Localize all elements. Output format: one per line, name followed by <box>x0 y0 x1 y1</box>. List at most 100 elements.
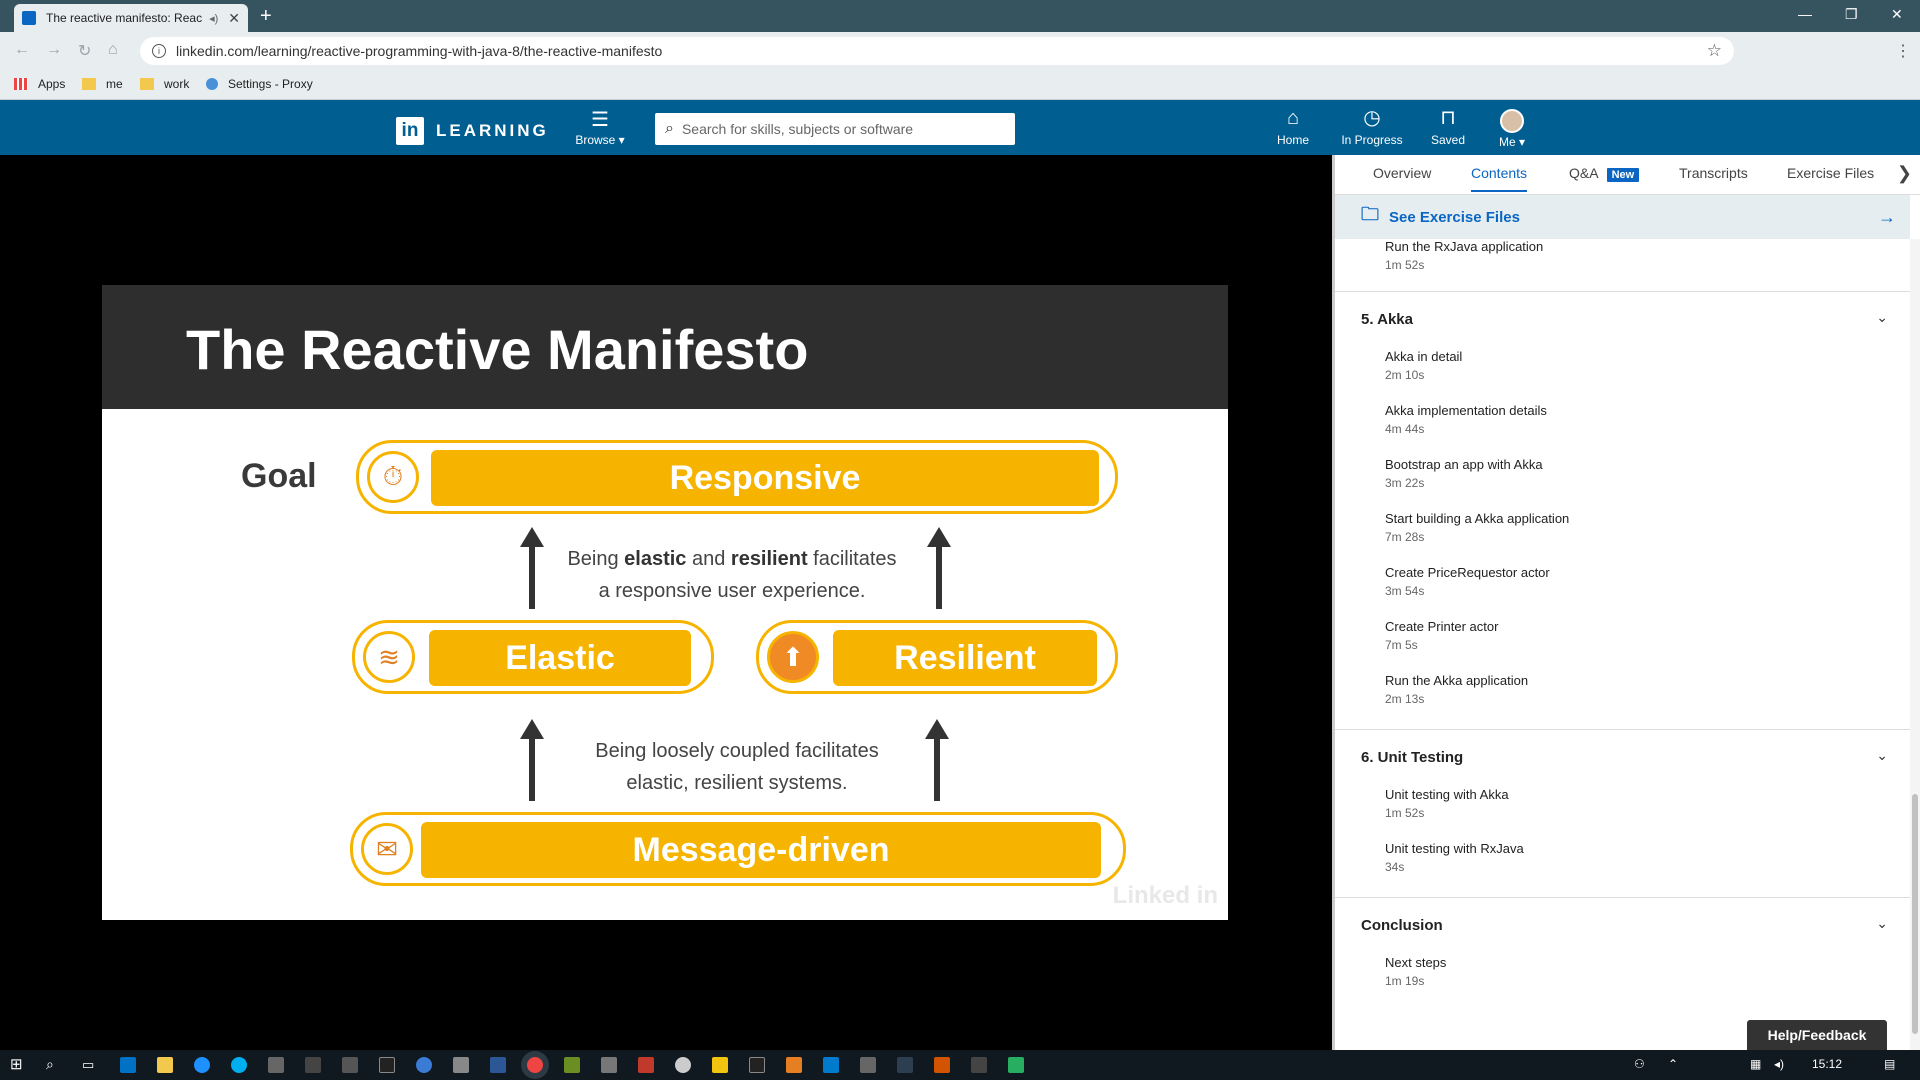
list-item[interactable]: Create PriceRequestor actor 3m 54s <box>1385 565 1550 598</box>
app-icon[interactable] <box>416 1057 432 1073</box>
tab-audio-icon[interactable]: ◂) <box>209 12 218 25</box>
forward-icon[interactable]: → <box>46 41 62 59</box>
reload-icon[interactable]: ↻ <box>78 41 91 61</box>
list-item[interactable]: Unit testing with Akka 1m 52s <box>1385 787 1509 820</box>
chevron-right-icon[interactable]: ❯ <box>1897 163 1912 184</box>
task-view-icon[interactable]: ▭ <box>82 1057 94 1073</box>
sticky-notes-icon[interactable] <box>712 1057 728 1073</box>
list-item[interactable]: Start building a Akka application 7m 28s <box>1385 511 1569 544</box>
panel-scrollbar[interactable] <box>1910 239 1920 1050</box>
windows-start-icon[interactable]: ⊞ <box>10 1055 23 1073</box>
app-icon[interactable] <box>749 1057 765 1073</box>
intellij-icon[interactable] <box>379 1057 395 1073</box>
app-icon[interactable] <box>490 1057 506 1073</box>
bookmark-apps[interactable]: Apps <box>14 77 65 91</box>
list-item[interactable]: Run the RxJava application 1m 52s <box>1385 239 1543 272</box>
arrow-up <box>925 719 949 801</box>
browser-tab[interactable]: The reactive manifesto: Reac ◂) ✕ <box>14 4 248 32</box>
tab-close-icon[interactable]: ✕ <box>228 10 240 27</box>
logo-word: LEARNING <box>436 121 549 140</box>
chevron-down-icon[interactable]: ⌄ <box>1876 309 1888 326</box>
section-title[interactable]: 5. Akka <box>1361 311 1413 328</box>
see-exercise-files-link[interactable]: 🗀 See Exercise Files → <box>1335 195 1910 239</box>
apps-grid-icon <box>14 78 28 90</box>
app-icon[interactable] <box>934 1057 950 1073</box>
outlook-icon[interactable] <box>120 1057 136 1073</box>
app-icon[interactable] <box>786 1057 802 1073</box>
nav-home[interactable]: ⌂ Home <box>1276 107 1310 147</box>
minimize-button[interactable]: — <box>1798 6 1812 22</box>
clock[interactable]: 15:12 <box>1812 1057 1842 1071</box>
tab-transcripts[interactable]: Transcripts <box>1679 165 1748 181</box>
help-feedback-button[interactable]: Help/Feedback <box>1747 1020 1887 1050</box>
tab-overview[interactable]: Overview <box>1373 165 1431 181</box>
new-badge: New <box>1606 168 1640 182</box>
item-title: Create PriceRequestor actor <box>1385 565 1550 580</box>
app-icon[interactable] <box>564 1057 580 1073</box>
bookmark-star-icon[interactable]: ☆ <box>1707 41 1722 61</box>
file-explorer-icon[interactable] <box>157 1057 173 1073</box>
list-item[interactable]: Akka in detail 2m 10s <box>1385 349 1462 382</box>
item-title: Create Printer actor <box>1385 619 1499 634</box>
list-item[interactable]: Next steps 1m 19s <box>1385 955 1446 988</box>
volume-icon[interactable]: ◂) <box>1774 1057 1784 1071</box>
nav-me[interactable]: Me ▾ <box>1496 109 1528 149</box>
search-input[interactable] <box>681 121 982 137</box>
nav-in-progress[interactable]: ◷ In Progress <box>1340 107 1404 147</box>
section-title[interactable]: Conclusion <box>1361 917 1443 934</box>
browse-menu-button[interactable]: ☰ Browse ▾ <box>574 110 626 147</box>
search-box[interactable]: ⌕ <box>655 113 1015 145</box>
new-tab-button[interactable]: + <box>260 5 272 27</box>
avatar <box>1500 109 1524 133</box>
chrome-icon[interactable] <box>527 1057 543 1073</box>
tab-qa[interactable]: Q&A New <box>1569 165 1640 182</box>
app-icon[interactable] <box>675 1057 691 1073</box>
network-icon[interactable]: ▦ <box>1750 1057 1761 1071</box>
tab-exercise-files[interactable]: Exercise Files <box>1787 165 1874 181</box>
vscode-icon[interactable] <box>823 1057 839 1073</box>
app-icon[interactable] <box>342 1057 358 1073</box>
app-icon[interactable] <box>860 1057 876 1073</box>
tray-expand-icon[interactable]: ⌃ <box>1668 1057 1678 1071</box>
app-icon[interactable] <box>638 1057 654 1073</box>
app-icon[interactable] <box>601 1057 617 1073</box>
chevron-down-icon[interactable]: ⌄ <box>1876 915 1888 932</box>
search-taskbar-icon[interactable]: ⌕ <box>46 1056 54 1073</box>
internet-explorer-icon[interactable] <box>194 1057 210 1073</box>
close-window-button[interactable]: ✕ <box>1891 6 1903 23</box>
terminal-icon[interactable] <box>305 1057 321 1073</box>
video-player[interactable]: The Reactive Manifesto Goal ⏱ Responsive… <box>0 155 1332 1050</box>
list-item[interactable]: Akka implementation details 4m 44s <box>1385 403 1547 436</box>
bookmark-settings-proxy[interactable]: Settings - Proxy <box>206 77 313 91</box>
item-duration: 7m 28s <box>1385 530 1425 544</box>
nav-label: In Progress <box>1341 133 1403 147</box>
notifications-icon[interactable]: ▤ <box>1884 1057 1895 1071</box>
bookmark-me[interactable]: me <box>82 77 123 91</box>
skype-icon[interactable] <box>231 1057 247 1073</box>
tab-contents[interactable]: Contents <box>1471 165 1528 192</box>
app-icon[interactable] <box>268 1057 284 1073</box>
bookmark-work[interactable]: work <box>140 77 189 91</box>
chevron-down-icon[interactable]: ⌄ <box>1876 747 1888 764</box>
list-item[interactable]: Create Printer actor 7m 5s <box>1385 619 1498 652</box>
linkedin-learning-logo[interactable]: in LEARNING <box>396 117 549 145</box>
list-item[interactable]: Bootstrap an app with Akka 3m 22s <box>1385 457 1543 490</box>
site-info-icon[interactable]: i <box>152 44 166 58</box>
list-item[interactable]: Unit testing with RxJava 34s <box>1385 841 1524 874</box>
app-icon[interactable] <box>897 1057 913 1073</box>
notepad-icon[interactable] <box>1008 1057 1024 1073</box>
item-duration: 1m 19s <box>1385 974 1425 988</box>
section-title[interactable]: 6. Unit Testing <box>1361 749 1463 766</box>
url-bar[interactable]: i linkedin.com/learning/reactive-program… <box>140 37 1734 65</box>
back-icon[interactable]: ← <box>14 41 30 59</box>
nav-saved[interactable]: ⊓ Saved <box>1430 107 1466 147</box>
scrollbar-thumb[interactable] <box>1912 794 1918 1034</box>
people-icon[interactable]: ⚇ <box>1634 1057 1645 1071</box>
home-browser-icon[interactable]: ⌂ <box>108 41 118 59</box>
app-icon[interactable] <box>453 1057 469 1073</box>
app-icon[interactable] <box>971 1057 987 1073</box>
menu-dots-icon[interactable]: ⋮ <box>1895 41 1911 61</box>
item-duration: 2m 13s <box>1385 692 1425 706</box>
list-item[interactable]: Run the Akka application 2m 13s <box>1385 673 1528 706</box>
restore-button[interactable]: ❐ <box>1845 6 1858 23</box>
